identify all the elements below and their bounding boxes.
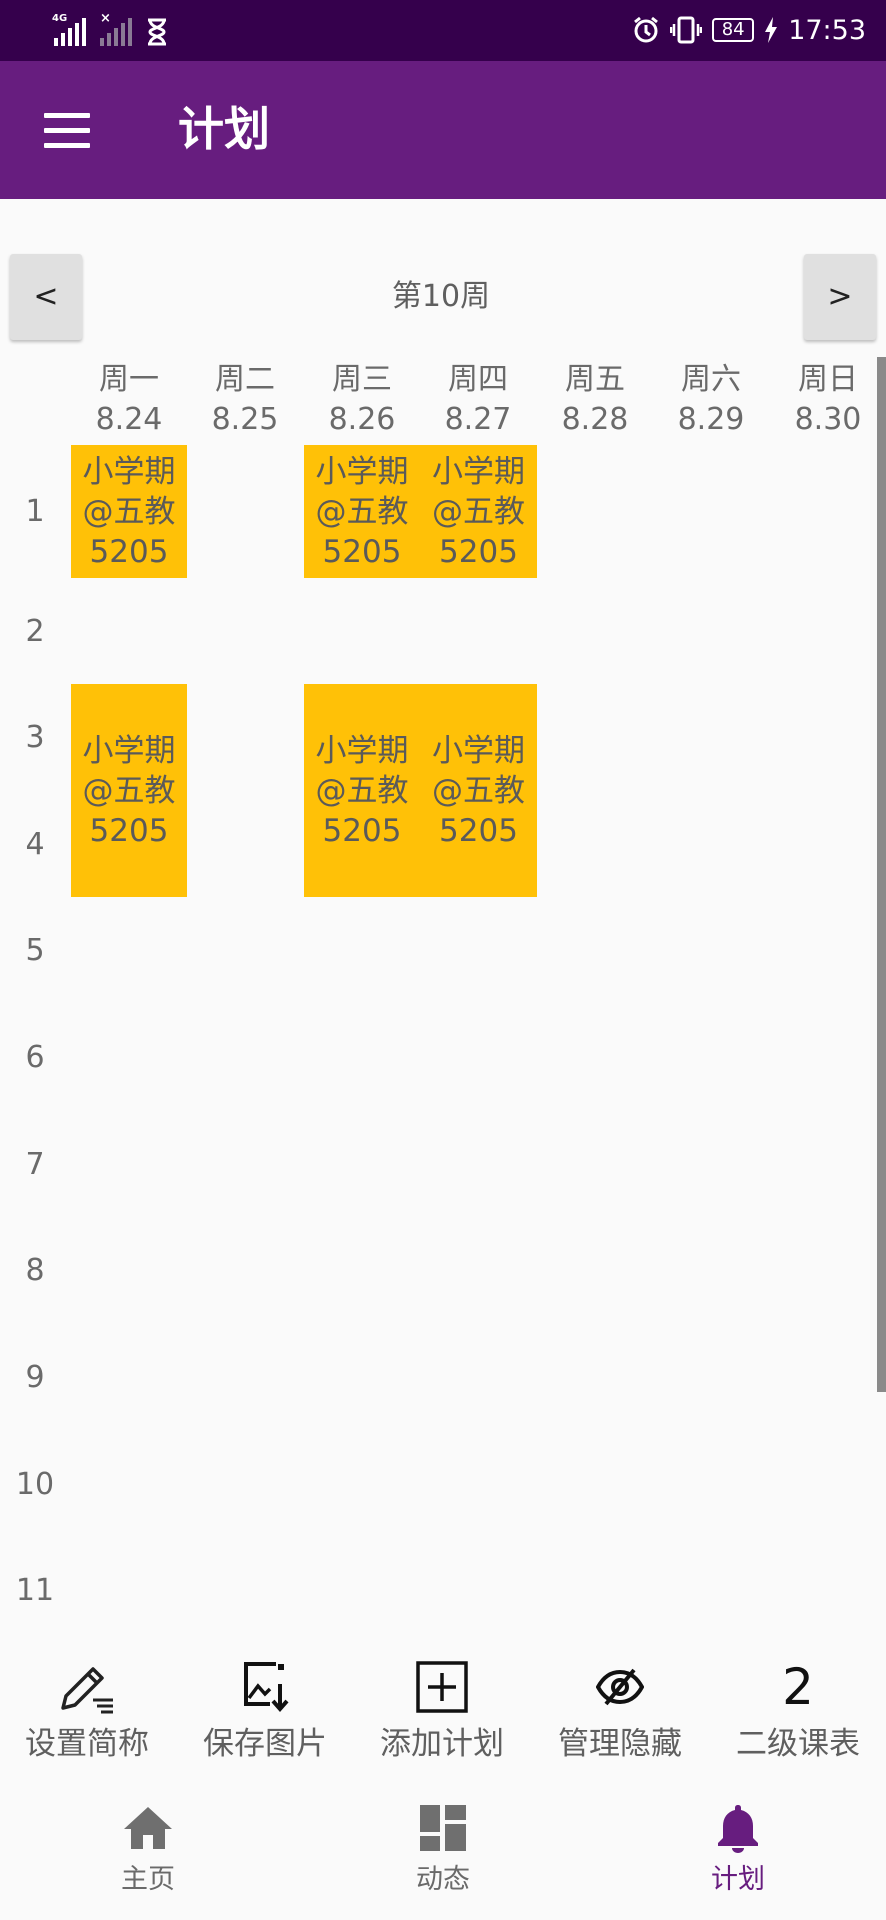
nav-item-plan[interactable]: 计划 bbox=[638, 1800, 838, 1900]
day-weekday: 周二 bbox=[215, 362, 275, 397]
period-number: 10 bbox=[15, 1467, 55, 1502]
nav-item-home[interactable]: 主页 bbox=[48, 1800, 248, 1900]
day-weekday: 周日 bbox=[798, 362, 858, 397]
save-image-icon bbox=[244, 1662, 289, 1713]
number-two-icon: 2 bbox=[782, 1658, 814, 1716]
course-name: 小学期 bbox=[432, 453, 525, 490]
course-room: 5205 bbox=[439, 533, 518, 570]
course-name: 小学期 bbox=[315, 732, 409, 769]
set-abbreviation-button[interactable]: 设置简称 bbox=[0, 1660, 176, 1766]
course-location: @五教 bbox=[82, 772, 176, 809]
scrollbar[interactable] bbox=[877, 357, 886, 1392]
save-image-button[interactable]: 保存图片 bbox=[176, 1660, 354, 1766]
menu-button[interactable] bbox=[44, 113, 92, 149]
period-number: 3 bbox=[25, 720, 45, 755]
dashboard-icon bbox=[420, 1805, 466, 1851]
day-header-sat: 周六 8.29 bbox=[653, 360, 769, 440]
vibrate-icon bbox=[670, 16, 703, 44]
period-number: 4 bbox=[25, 827, 45, 862]
period-number: 1 bbox=[25, 494, 45, 529]
secondary-timetable-button[interactable]: 2 二级课表 bbox=[709, 1660, 886, 1766]
day-date: 8.29 bbox=[677, 402, 745, 437]
course-location: @五教 bbox=[432, 772, 525, 809]
toolbar-label: 添加计划 bbox=[380, 1726, 504, 1762]
next-week-button[interactable]: > bbox=[804, 254, 876, 340]
period-number: 5 bbox=[25, 933, 45, 968]
nav-label: 计划 bbox=[711, 1864, 765, 1895]
add-box-icon bbox=[416, 1661, 468, 1713]
nav-item-activity[interactable]: 动态 bbox=[343, 1800, 543, 1900]
app-bar: 计划 bbox=[0, 61, 886, 199]
charging-bolt-icon bbox=[765, 17, 778, 43]
bell-icon bbox=[718, 1805, 758, 1853]
course-name: 小学期 bbox=[82, 453, 176, 490]
course-block[interactable]: 小学期 @五教 5205 bbox=[304, 445, 420, 578]
day-date: 8.27 bbox=[444, 402, 512, 437]
period-number: 9 bbox=[25, 1360, 45, 1395]
previous-week-button[interactable]: < bbox=[10, 254, 82, 340]
course-block[interactable]: 小学期 @五教 5205 bbox=[71, 684, 187, 897]
day-header-thu: 周四 8.27 bbox=[420, 360, 536, 440]
status-right-icons: 84 17:53 bbox=[632, 12, 866, 48]
course-location: @五教 bbox=[82, 493, 176, 530]
toolbar-label: 二级课表 bbox=[736, 1726, 860, 1762]
course-room: 5205 bbox=[439, 812, 518, 849]
home-icon bbox=[124, 1807, 172, 1849]
nav-label: 主页 bbox=[121, 1864, 175, 1895]
day-date: 8.30 bbox=[794, 402, 862, 437]
edit-icon bbox=[61, 1667, 113, 1714]
hourglass-icon bbox=[148, 18, 166, 46]
period-number: 6 bbox=[25, 1040, 45, 1075]
day-weekday: 周三 bbox=[332, 362, 392, 397]
toolbar-label: 管理隐藏 bbox=[558, 1726, 682, 1762]
day-weekday: 周四 bbox=[448, 362, 508, 397]
network-type-label: 4G bbox=[52, 13, 68, 24]
course-name: 小学期 bbox=[82, 732, 176, 769]
course-block[interactable]: 小学期 @五教 5205 bbox=[71, 445, 187, 578]
signal-strength-icon: 4G bbox=[52, 14, 86, 46]
week-label: 第10周 bbox=[391, 279, 491, 314]
course-room: 5205 bbox=[89, 812, 169, 849]
day-date: 8.24 bbox=[95, 402, 163, 437]
day-header-fri: 周五 8.28 bbox=[537, 360, 653, 440]
course-location: @五教 bbox=[315, 493, 409, 530]
day-header-mon: 周一 8.24 bbox=[71, 360, 187, 440]
visibility-off-icon bbox=[596, 1668, 644, 1706]
page-title: 计划 bbox=[178, 102, 270, 156]
course-location: @五教 bbox=[315, 772, 409, 809]
course-block[interactable]: 小学期 @五教 5205 bbox=[420, 445, 537, 578]
course-location: @五教 bbox=[432, 493, 525, 530]
day-header-sun: 周日 8.30 bbox=[770, 360, 886, 440]
signal-no-service-icon: × bbox=[100, 12, 132, 46]
battery-indicator: 84 bbox=[712, 18, 755, 42]
status-left-icons: 4G × bbox=[52, 12, 168, 46]
day-date: 8.25 bbox=[211, 402, 279, 437]
course-room: 5205 bbox=[322, 533, 402, 570]
day-weekday: 周一 bbox=[99, 362, 159, 397]
day-date: 8.28 bbox=[561, 402, 629, 437]
day-date: 8.26 bbox=[328, 402, 396, 437]
course-block[interactable]: 小学期 @五教 5205 bbox=[420, 684, 537, 897]
toolbar-label: 保存图片 bbox=[203, 1726, 327, 1762]
day-header-tue: 周二 8.25 bbox=[187, 360, 303, 440]
course-block[interactable]: 小学期 @五教 5205 bbox=[304, 684, 420, 897]
toolbar-label: 设置简称 bbox=[25, 1726, 149, 1762]
alarm-icon bbox=[634, 16, 659, 43]
period-number: 11 bbox=[15, 1573, 55, 1608]
status-bar: 4G × 84 17:53 bbox=[0, 0, 886, 61]
day-header-wed: 周三 8.26 bbox=[304, 360, 420, 440]
period-number: 7 bbox=[25, 1147, 45, 1182]
course-room: 5205 bbox=[322, 812, 402, 849]
day-weekday: 周六 bbox=[681, 362, 741, 397]
period-number: 2 bbox=[25, 614, 45, 649]
add-plan-button[interactable]: 添加计划 bbox=[353, 1660, 531, 1766]
nav-label: 动态 bbox=[416, 1864, 470, 1895]
clock: 17:53 bbox=[788, 14, 866, 46]
course-name: 小学期 bbox=[432, 732, 525, 769]
period-number: 8 bbox=[25, 1253, 45, 1288]
day-weekday: 周五 bbox=[565, 362, 625, 397]
course-room: 5205 bbox=[89, 533, 169, 570]
manage-hidden-button[interactable]: 管理隐藏 bbox=[531, 1660, 709, 1766]
course-name: 小学期 bbox=[315, 453, 409, 490]
